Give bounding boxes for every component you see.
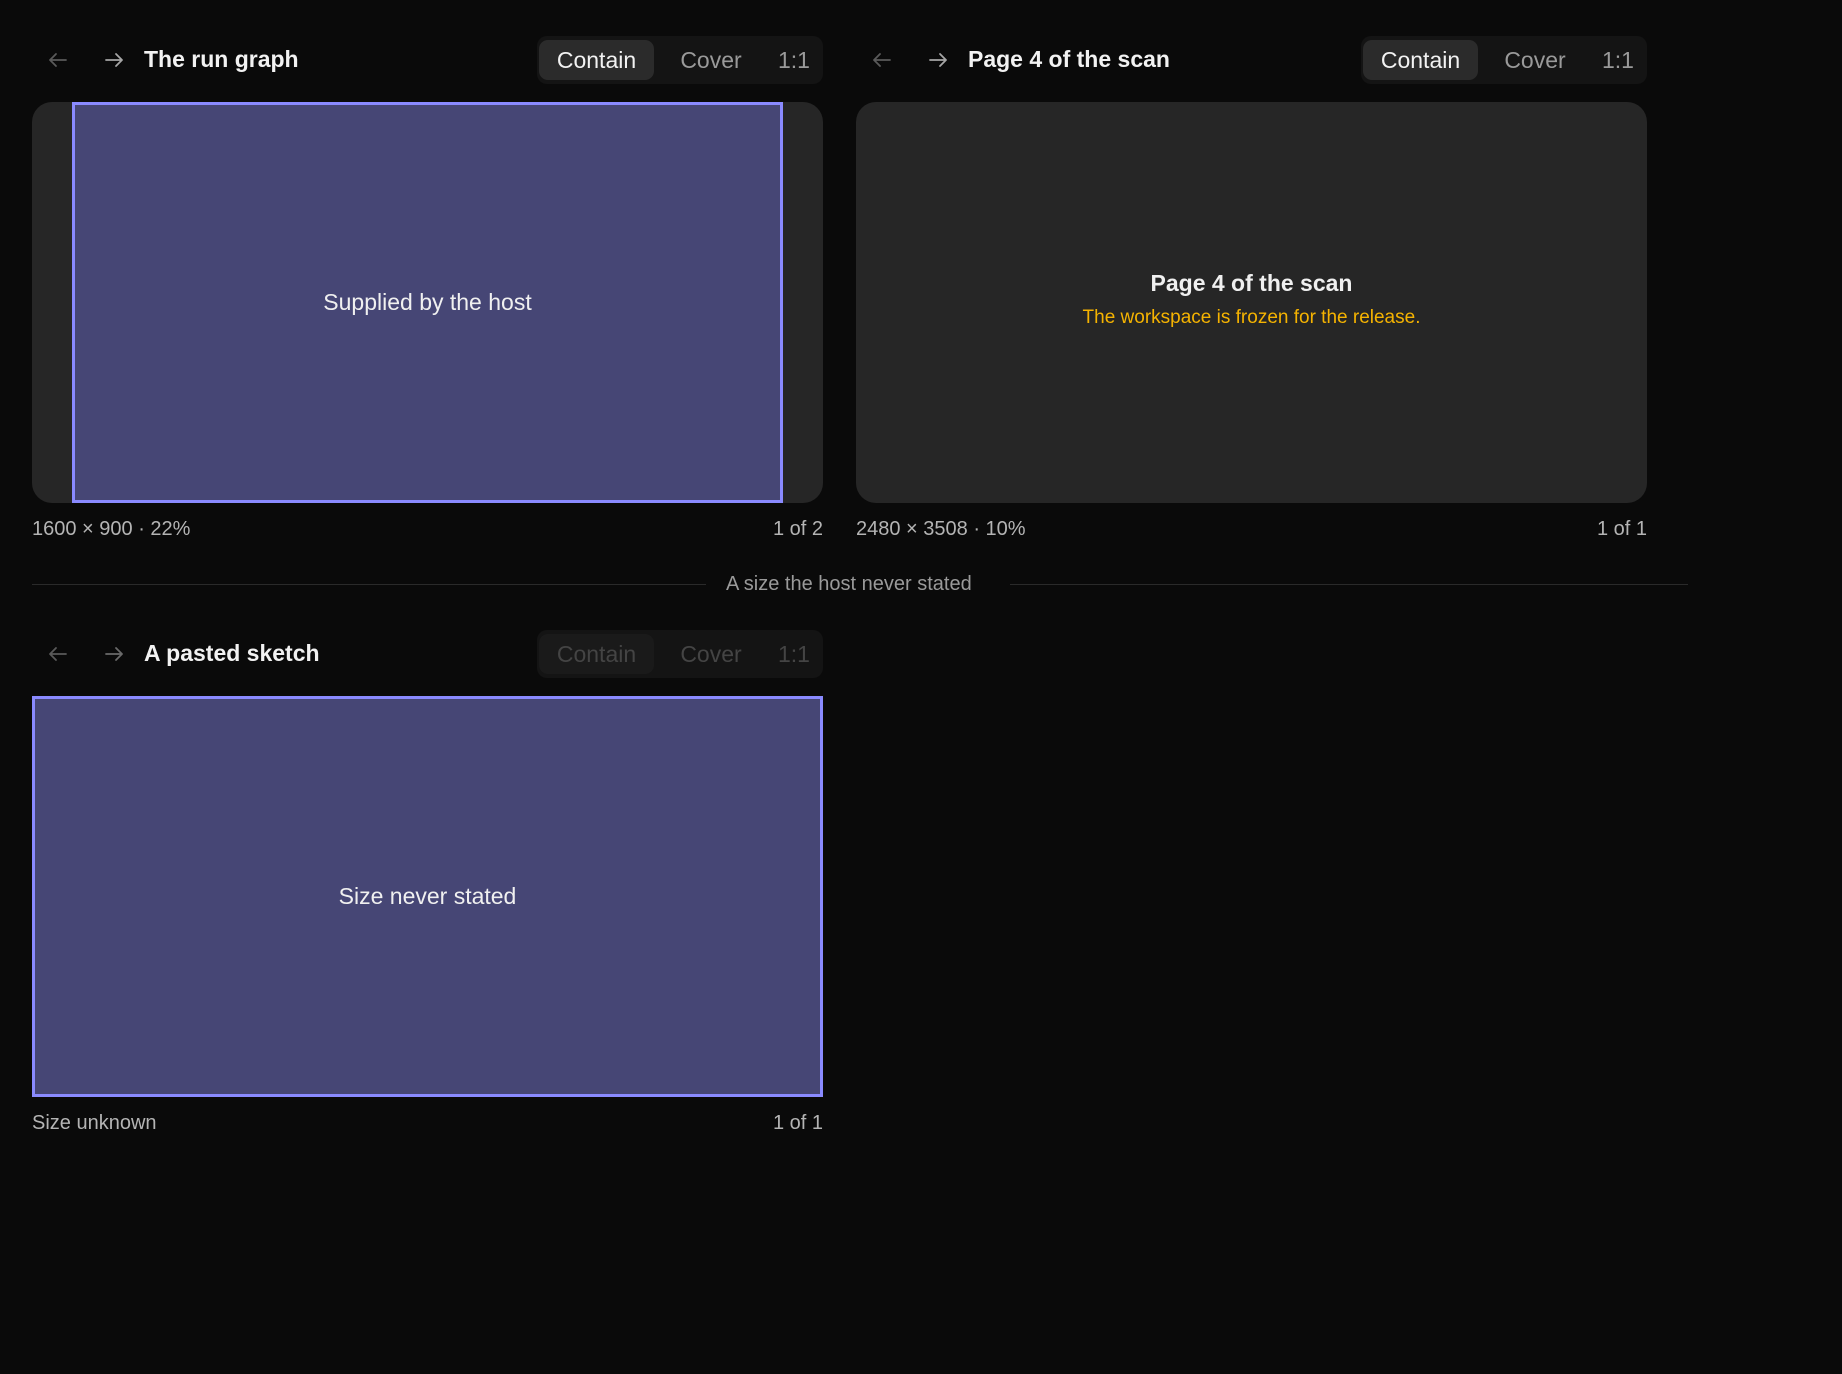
- image-dimensions: 1600 × 900 · 22%: [32, 518, 191, 540]
- viewer-toolbar: The run graph Contain Cover 1:1: [32, 34, 823, 84]
- image-stage: Page 4 of the scan The workspace is froz…: [856, 102, 1647, 503]
- viewer-toolbar: A pasted sketch Contain Cover 1:1: [32, 628, 823, 678]
- viewer-footer: Size unknown 1 of 1: [32, 1112, 823, 1142]
- viewer-footer: 2480 × 3508 · 10% 1 of 1: [856, 518, 1647, 548]
- viewer-toolbar: Page 4 of the scan Contain Cover 1:1: [856, 34, 1647, 84]
- fit-contain-button[interactable]: Contain: [1363, 40, 1478, 80]
- image-stage: Size never stated: [32, 696, 823, 1097]
- arrow-right-icon: [929, 53, 947, 67]
- fit-contain-button[interactable]: Contain: [539, 634, 654, 674]
- viewer-title: A pasted sketch: [144, 640, 320, 666]
- arrow-left-icon: [873, 53, 891, 67]
- next-button[interactable]: [96, 42, 132, 78]
- arrow-right-icon: [105, 647, 123, 661]
- viewer-scan-page: Page 4 of the scan Contain Cover 1:1 Pag…: [856, 34, 1647, 540]
- fit-actual-size-button[interactable]: 1:1: [1593, 40, 1643, 80]
- fit-contain-button[interactable]: Contain: [539, 40, 654, 80]
- divider-line: [32, 584, 706, 585]
- frozen-warning: The workspace is frozen for the release.: [1082, 307, 1421, 328]
- fit-mode-switch: Contain Cover 1:1: [537, 630, 823, 678]
- image-dimensions: 2480 × 3508 · 10%: [856, 518, 1026, 540]
- viewer-footer: 1600 × 900 · 22% 1 of 2: [32, 518, 823, 548]
- image-dimensions: Size unknown: [32, 1112, 157, 1134]
- fit-cover-button[interactable]: Cover: [657, 634, 765, 674]
- previous-button[interactable]: [40, 636, 76, 672]
- section-divider: A size the host never stated: [32, 573, 1688, 597]
- previous-button[interactable]: [864, 42, 900, 78]
- viewer-run-graph: The run graph Contain Cover 1:1 Supplied…: [32, 34, 823, 540]
- fit-mode-switch: Contain Cover 1:1: [537, 36, 823, 84]
- viewer-title: Page 4 of the scan: [968, 46, 1170, 72]
- previous-button[interactable]: [40, 42, 76, 78]
- arrow-left-icon: [49, 647, 67, 661]
- fit-actual-size-button[interactable]: 1:1: [769, 634, 819, 674]
- stage-message: Page 4 of the scan The workspace is froz…: [856, 270, 1647, 329]
- divider-label: A size the host never stated: [726, 573, 972, 595]
- arrow-right-icon: [105, 53, 123, 67]
- next-button[interactable]: [920, 42, 956, 78]
- image-placeholder: Supplied by the host: [72, 102, 783, 503]
- image-counter: 1 of 2: [772, 518, 823, 540]
- fit-cover-button[interactable]: Cover: [657, 40, 765, 80]
- next-button[interactable]: [96, 636, 132, 672]
- stage-title: Page 4 of the scan: [1150, 270, 1353, 296]
- fit-actual-size-button[interactable]: 1:1: [769, 40, 819, 80]
- image-label: Supplied by the host: [323, 289, 532, 315]
- viewer-pasted-sketch: A pasted sketch Contain Cover 1:1 Size n…: [32, 628, 823, 1134]
- fit-mode-switch: Contain Cover 1:1: [1361, 36, 1647, 84]
- arrow-left-icon: [49, 53, 67, 67]
- image-label: Size never stated: [338, 883, 517, 909]
- image-placeholder: Size never stated: [32, 696, 823, 1097]
- divider-line: [1010, 584, 1688, 585]
- image-counter: 1 of 1: [772, 1112, 823, 1134]
- fit-cover-button[interactable]: Cover: [1481, 40, 1589, 80]
- viewer-title: The run graph: [144, 46, 299, 72]
- image-counter: 1 of 1: [1596, 518, 1647, 540]
- image-stage: Supplied by the host: [32, 102, 823, 503]
